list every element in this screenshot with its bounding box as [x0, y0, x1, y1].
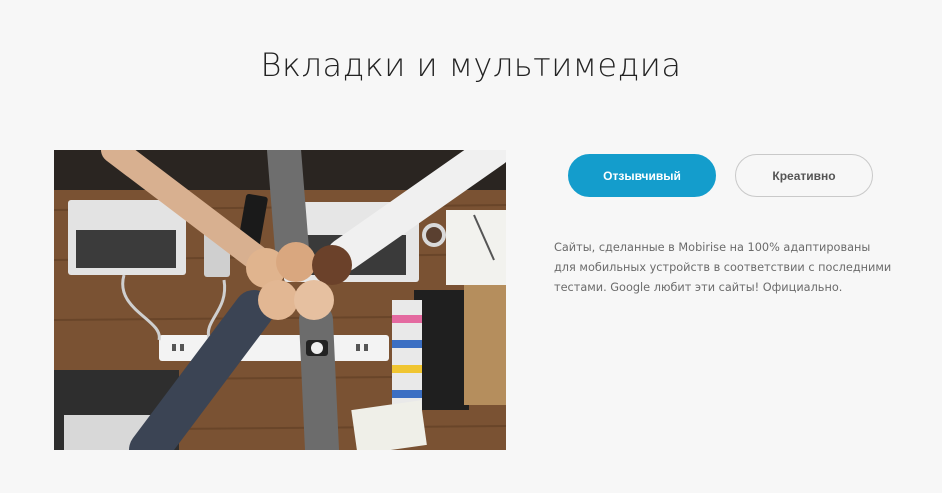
photo-illustration — [54, 150, 506, 450]
tab-content-text: Сайты, сделанные в Mobirise на 100% адап… — [554, 241, 892, 294]
tab-responsive[interactable]: Отзывчивый — [568, 154, 716, 197]
section-title: Вкладки и мультимедиа — [260, 46, 682, 84]
tab-creative[interactable]: Креативно — [735, 154, 873, 197]
team-photo — [54, 150, 506, 450]
